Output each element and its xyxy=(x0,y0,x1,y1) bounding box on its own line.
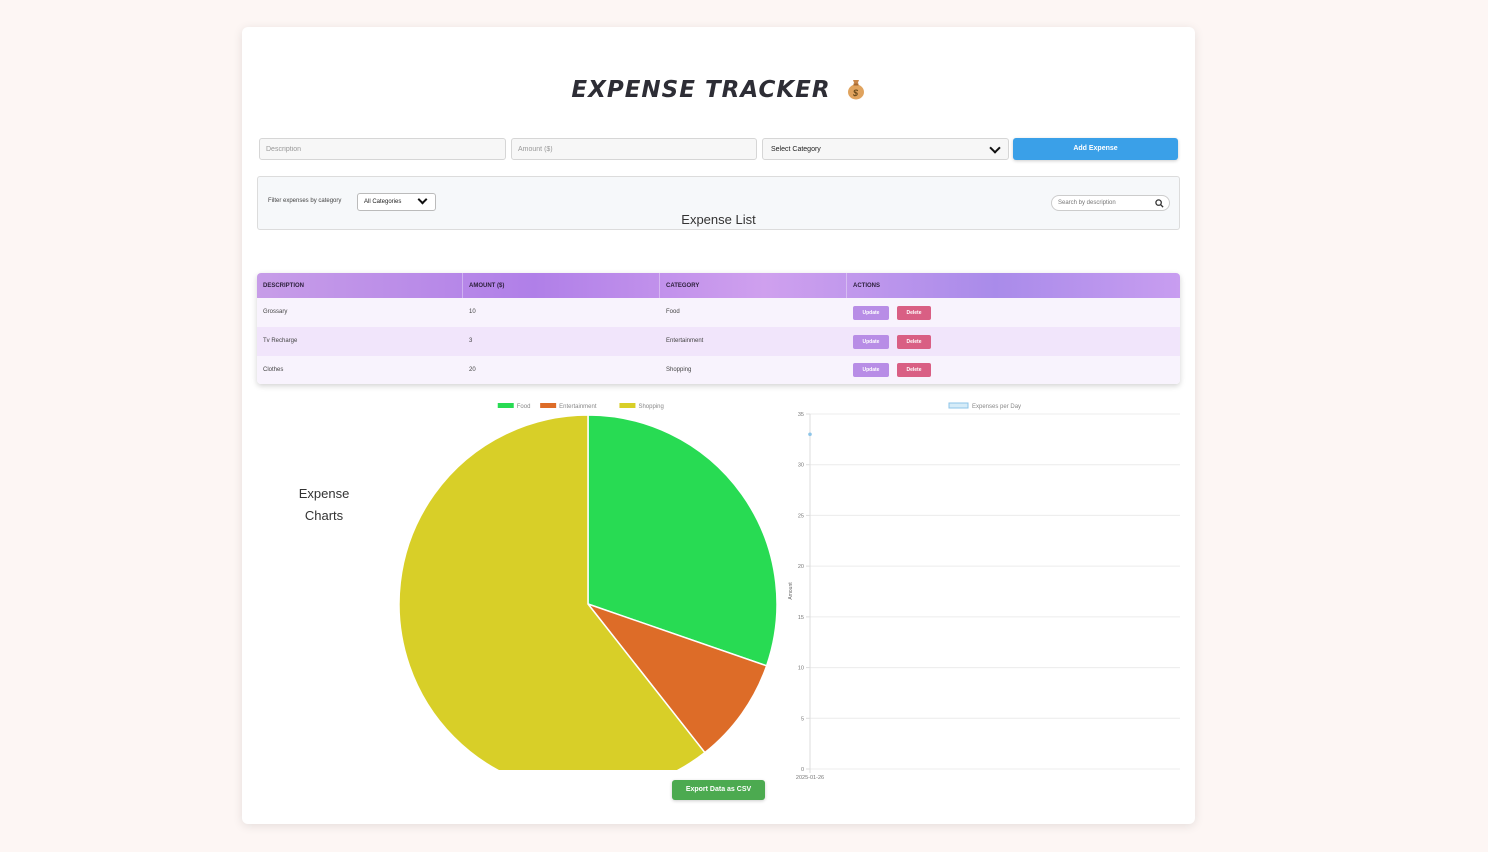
cell-amount: 10 xyxy=(469,309,476,315)
title-text: EXPENSE TRACKER xyxy=(571,77,831,103)
filter-select-value: All Categories xyxy=(364,199,402,205)
filter-label: Filter expenses by category xyxy=(268,198,342,204)
daily-line-chart: Expenses per Day 0 5 10 15 20 25 30 35 2025-01-… xyxy=(788,402,1180,780)
cell-description: Clothes xyxy=(263,367,284,373)
category-select[interactable]: Select Category xyxy=(762,138,1009,160)
pie-legend: Food Entertainment Shopping xyxy=(497,403,664,410)
search-placeholder: Search by description xyxy=(1058,200,1116,206)
x-tick-labels: 2025-01-26 xyxy=(796,775,824,780)
line-grid xyxy=(806,413,1180,773)
column-header-category: CATEGORY xyxy=(660,273,847,298)
column-header-amount: AMOUNT ($) xyxy=(463,273,660,298)
cell-category: Entertainment xyxy=(666,338,704,344)
charts-label-line1: Expense xyxy=(298,486,350,501)
chevron-down-icon xyxy=(989,142,1001,154)
cell-category: Food xyxy=(666,309,680,315)
page-title: EXPENSE TRACKER $ xyxy=(242,77,1195,103)
line-series xyxy=(808,432,812,437)
pie-slices xyxy=(398,414,778,770)
legend-swatch-food[interactable] xyxy=(497,403,514,408)
column-header-actions: ACTIONS xyxy=(853,283,880,289)
category-select-value: Select Category xyxy=(771,146,821,153)
y-tick-label: 25 xyxy=(798,513,804,519)
legend-label-food[interactable]: Food xyxy=(517,404,531,410)
update-button[interactable]: Update xyxy=(853,335,889,349)
charts-label-line2: Charts xyxy=(304,508,344,523)
export-csv-button[interactable]: Export Data as CSV xyxy=(672,780,765,800)
y-tick-label: 30 xyxy=(798,463,804,469)
cell-description: Grossary xyxy=(263,309,288,315)
column-header-description: DESCRIPTION xyxy=(257,273,463,298)
x-tick-label: 2025-01-26 xyxy=(796,775,824,780)
table-row: Tv Recharge 3 Entertainment Update Delet… xyxy=(257,327,1180,356)
data-point[interactable] xyxy=(808,432,812,437)
y-tick-label: 10 xyxy=(798,666,804,672)
update-button[interactable]: Update xyxy=(853,306,889,320)
filter-category-select[interactable]: All Categories xyxy=(357,193,436,211)
y-tick-labels: 0 5 10 15 20 25 30 35 xyxy=(798,412,804,773)
legend-label-entertainment[interactable]: Entertainment xyxy=(559,404,597,410)
chevron-down-icon xyxy=(417,194,428,205)
search-icon[interactable] xyxy=(1155,199,1164,208)
search-input[interactable]: Search by description xyxy=(1051,195,1170,211)
line-legend: Expenses per Day xyxy=(948,402,1021,410)
cell-amount: 3 xyxy=(469,338,473,344)
legend-label-expenses-per-day[interactable]: Expenses per Day xyxy=(972,404,1021,410)
app-card: EXPENSE TRACKER $ Select Category Add Ex… xyxy=(242,27,1195,824)
add-expense-button[interactable]: Add Expense xyxy=(1013,138,1178,160)
delete-button[interactable]: Delete xyxy=(897,335,931,349)
expense-table: DESCRIPTION AMOUNT ($) CATEGORY ACTIONS … xyxy=(257,273,1180,384)
y-tick-label: 5 xyxy=(801,716,804,722)
description-input[interactable] xyxy=(259,138,506,160)
legend-swatch-expenses-per-day[interactable] xyxy=(948,402,969,409)
cell-description: Tv Recharge xyxy=(263,338,298,344)
table-header: DESCRIPTION AMOUNT ($) CATEGORY ACTIONS xyxy=(257,273,1180,298)
expense-charts-label: Expense Charts xyxy=(284,483,364,527)
money-bag-icon: $ xyxy=(847,80,864,100)
table-row: Grossary 10 Food Update Delete xyxy=(257,298,1180,327)
y-tick-label: 0 xyxy=(801,767,804,773)
legend-swatch-shopping[interactable] xyxy=(619,403,636,408)
y-tick-label: 15 xyxy=(798,615,804,621)
category-pie-chart: Food Entertainment Shopping xyxy=(398,403,778,770)
legend-swatch-entertainment[interactable] xyxy=(540,403,557,408)
legend-label-shopping[interactable]: Shopping xyxy=(638,404,663,410)
y-tick-label: 35 xyxy=(798,412,804,418)
amount-input[interactable] xyxy=(511,138,757,160)
y-tick-label: 20 xyxy=(798,564,804,570)
y-axis-label: Amount xyxy=(788,582,794,600)
svg-text:$: $ xyxy=(852,88,859,98)
expense-list-title: Expense List xyxy=(681,212,756,227)
delete-button[interactable]: Delete xyxy=(897,306,931,320)
